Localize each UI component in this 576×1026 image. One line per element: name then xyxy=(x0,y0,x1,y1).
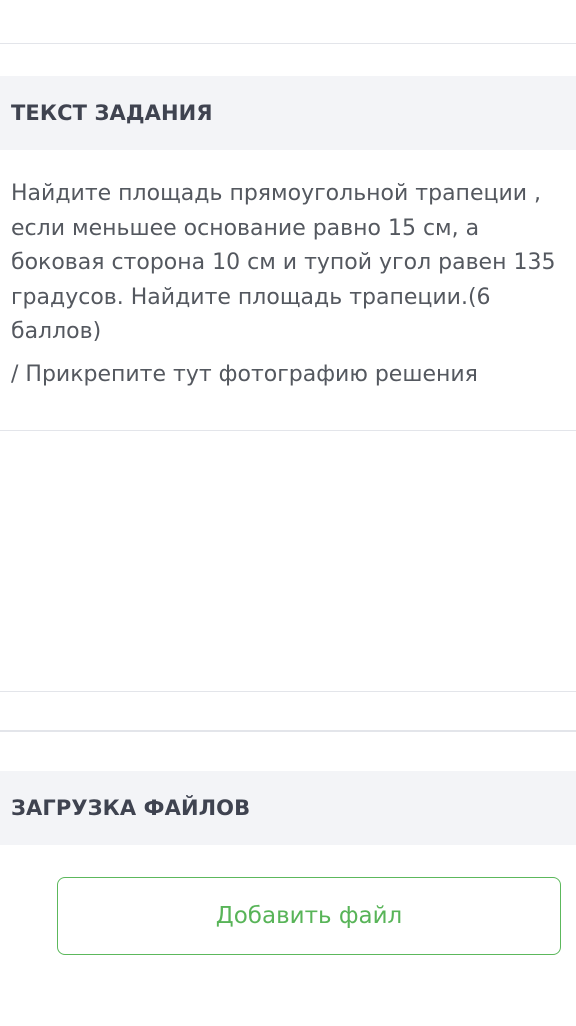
section-divider xyxy=(0,730,576,732)
answer-area-divider xyxy=(0,691,576,692)
attach-photo-hint: / Прикрепите тут фотографию решения xyxy=(11,362,478,387)
task-text-divider xyxy=(0,430,576,431)
upload-section-title: ЗАГРУЗКА ФАЙЛОВ xyxy=(11,796,251,820)
task-section-header: ТЕКСТ ЗАДАНИЯ xyxy=(0,76,576,150)
add-file-label: Добавить файл xyxy=(215,903,403,929)
top-divider xyxy=(0,43,576,44)
upload-section-header: ЗАГРУЗКА ФАЙЛОВ xyxy=(0,771,576,845)
page: ТЕКСТ ЗАДАНИЯ Найдите площадь прямоуголь… xyxy=(0,0,576,1026)
add-file-button[interactable]: Добавить файл xyxy=(57,877,561,955)
task-text: Найдите площадь прямоугольной трапеции ,… xyxy=(11,181,556,344)
task-section-title: ТЕКСТ ЗАДАНИЯ xyxy=(11,101,213,125)
